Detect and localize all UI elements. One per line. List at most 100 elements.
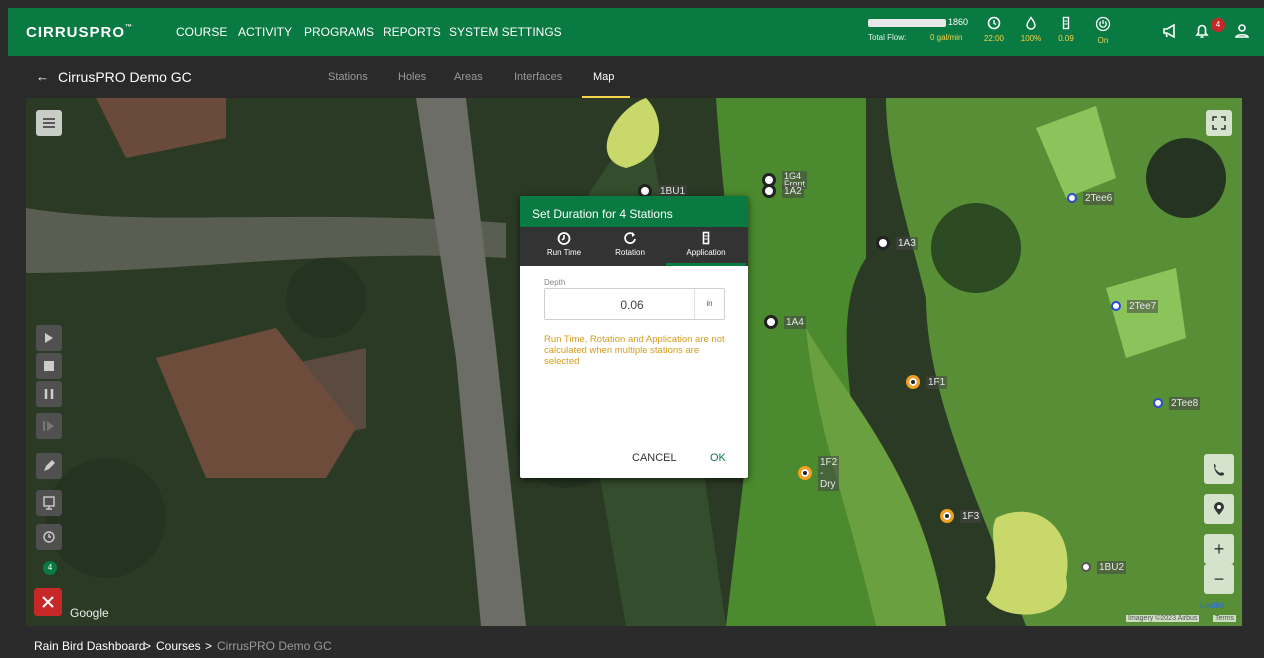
fullscreen-button[interactable] xyxy=(1206,110,1232,136)
station-1a2[interactable]: 1A2 xyxy=(762,183,804,199)
station-1a3[interactable]: 1A3 xyxy=(876,235,918,251)
tab-rotation[interactable]: Rotation xyxy=(602,231,658,257)
depth-value[interactable]: 0.06 xyxy=(605,298,659,312)
advance-button[interactable] xyxy=(36,413,62,439)
breadcrumb-courses[interactable]: Courses xyxy=(156,639,201,653)
stop-button[interactable] xyxy=(36,353,62,379)
stat-power[interactable]: On xyxy=(1083,16,1123,45)
sub-bar: ← CirrusPRO Demo GC Stations Holes Areas… xyxy=(8,56,1264,98)
sprinkler-marker-icon xyxy=(798,466,812,480)
ok-button[interactable]: OK xyxy=(710,452,726,464)
bell-icon[interactable] xyxy=(1193,22,1211,40)
location-pin-icon xyxy=(1214,502,1224,515)
cirruspro-logo[interactable]: CIRRUSPRO™ xyxy=(26,24,133,41)
stat-time[interactable]: 22:00 xyxy=(974,16,1014,43)
tab-stations[interactable]: Stations xyxy=(328,71,368,83)
flow-bar xyxy=(868,19,946,27)
pause-icon xyxy=(44,389,54,399)
pencil-icon xyxy=(44,460,55,471)
sprinkler-marker-icon xyxy=(1153,398,1163,408)
tab-holes[interactable]: Holes xyxy=(398,71,426,83)
active-tab-indicator xyxy=(666,263,746,266)
zoom-in-button[interactable]: + xyxy=(1204,534,1234,564)
contact-button[interactable] xyxy=(1204,454,1234,484)
flow-number: 1860 xyxy=(948,17,969,27)
flow-label: Total Flow: xyxy=(868,33,907,42)
nav-reports[interactable]: REPORTS xyxy=(383,25,441,39)
sprinkler-marker-icon xyxy=(1081,562,1091,572)
station-2tee8[interactable]: 2Tee8 xyxy=(1153,395,1201,411)
breadcrumb-separator: > xyxy=(205,639,213,653)
water-drop-icon xyxy=(1026,16,1036,30)
tab-map[interactable]: Map xyxy=(593,71,614,83)
timer-icon xyxy=(557,232,571,245)
sprinkler-marker-icon xyxy=(764,315,778,329)
tab-run-time[interactable]: Run Time xyxy=(536,231,592,257)
station-1f1[interactable]: 1F1 xyxy=(906,374,948,390)
breadcrumb-current: CirrusPRO Demo GC xyxy=(217,639,332,653)
station-1a4[interactable]: 1A4 xyxy=(764,314,806,330)
sprinkler-marker-icon xyxy=(1067,193,1077,203)
sprinkler-marker-icon xyxy=(940,509,954,523)
menu-icon xyxy=(43,118,55,128)
station-info-button[interactable] xyxy=(36,490,62,516)
pause-button[interactable] xyxy=(36,381,62,407)
imagery-attribution: Imagery ©2023 Airbus xyxy=(1126,615,1200,622)
top-bar: CIRRUSPRO™ COURSE ACTIVITY PROGRAMS REPO… xyxy=(8,8,1264,56)
history-button[interactable] xyxy=(36,524,62,550)
play-button[interactable] xyxy=(36,325,62,351)
stop-icon xyxy=(44,361,54,371)
layers-menu-button[interactable] xyxy=(36,110,62,136)
tab-application[interactable]: Application xyxy=(678,231,734,257)
nav-activity[interactable]: ACTIVITY xyxy=(238,25,292,39)
user-icon[interactable] xyxy=(1233,22,1251,40)
cancel-button[interactable]: CANCEL xyxy=(632,452,677,464)
breadcrumb-dashboard[interactable]: Rain Bird Dashboard xyxy=(34,639,145,653)
rotation-icon xyxy=(624,232,636,244)
depth-input[interactable]: 0.06 in xyxy=(544,288,725,320)
rain-gauge-icon xyxy=(1062,16,1070,30)
station-1f2-dry[interactable]: 1F2- Dry xyxy=(798,455,840,491)
sprinkler-marker-icon xyxy=(1111,301,1121,311)
selected-count-badge: 4 xyxy=(43,561,57,575)
page-title: CirrusPRO Demo GC xyxy=(58,69,192,85)
station-1bu2[interactable]: 1BU2 xyxy=(1081,559,1127,575)
close-icon xyxy=(42,596,54,608)
nav-system-settings[interactable]: SYSTEM SETTINGS xyxy=(449,25,562,39)
nav-programs[interactable]: PROGRAMS xyxy=(304,25,374,39)
power-icon xyxy=(1095,16,1111,32)
sprinkler-marker-icon xyxy=(906,375,920,389)
multi-station-warning: Run Time, Rotation and Application are n… xyxy=(544,334,725,367)
dialog-tabs: Run Time Rotation Application xyxy=(520,227,748,266)
breadcrumb: Rain Bird Dashboard > Courses > CirrusPR… xyxy=(8,626,1264,658)
zoom-out-button[interactable]: − xyxy=(1204,564,1234,594)
leaflet-link[interactable]: Leaflet xyxy=(1200,601,1224,610)
megaphone-icon[interactable] xyxy=(1161,22,1179,40)
clear-selection-button[interactable] xyxy=(34,588,62,616)
dialog-title: Set Duration for 4 Stations xyxy=(520,196,748,227)
stat-water[interactable]: 100% xyxy=(1011,16,1051,43)
set-duration-dialog: Set Duration for 4 Stations Run Time Rot… xyxy=(520,196,748,478)
sprinkler-marker-icon xyxy=(876,236,890,250)
history-icon xyxy=(43,531,55,543)
skip-icon xyxy=(43,421,54,431)
tab-interfaces[interactable]: Interfaces xyxy=(514,71,562,83)
station-2tee7[interactable]: 2Tee7 xyxy=(1111,298,1159,314)
locate-button[interactable] xyxy=(1204,494,1234,524)
tab-areas[interactable]: Areas xyxy=(454,71,483,83)
edit-button[interactable] xyxy=(36,453,62,479)
depth-unit: in xyxy=(694,289,724,319)
terms-link[interactable]: Terms xyxy=(1213,615,1237,622)
depth-label: Depth xyxy=(544,278,566,287)
back-arrow-icon[interactable]: ← xyxy=(36,69,49,84)
breadcrumb-separator: > xyxy=(144,639,152,653)
fullscreen-icon xyxy=(1212,116,1226,130)
nav-course[interactable]: COURSE xyxy=(176,25,227,39)
stat-rain[interactable]: 0.09 xyxy=(1046,16,1086,43)
play-icon xyxy=(45,333,53,343)
station-1f3[interactable]: 1F3 xyxy=(940,508,982,524)
google-attribution: Google xyxy=(70,606,109,620)
sprinkler-marker-icon xyxy=(762,184,776,198)
station-2tee6[interactable]: 2Tee6 xyxy=(1067,190,1115,206)
phone-icon xyxy=(1214,464,1224,476)
